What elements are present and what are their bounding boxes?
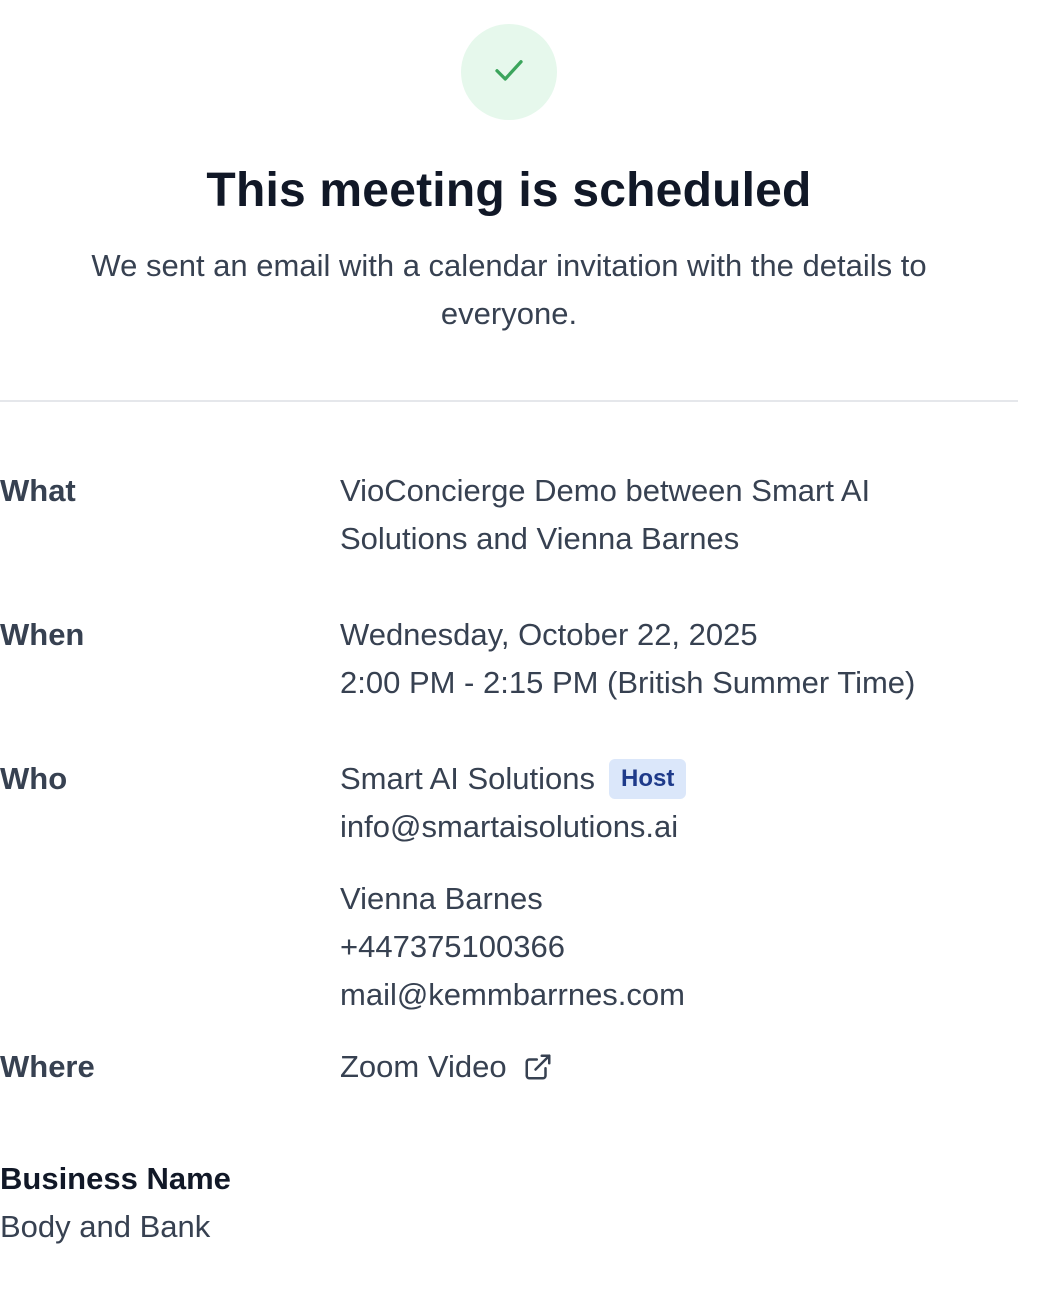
what-value: VioConcierge Demo between Smart AI Solut… [340, 473, 871, 556]
when-label: When [0, 617, 85, 652]
where-link-text: Zoom Video [340, 1049, 507, 1084]
attendee-email: mail@kemmbarrnes.com [340, 977, 685, 1012]
success-icon-circle [461, 24, 557, 120]
host-email: info@smartaisolutions.ai [340, 809, 679, 844]
where-label: Where [0, 1049, 95, 1084]
who-label: Who [0, 761, 68, 796]
divider [0, 400, 1018, 402]
what-label: What [0, 473, 76, 508]
external-link-icon[interactable] [523, 1052, 553, 1082]
attendee-name: Vienna Barnes [340, 881, 543, 916]
who-attendee: Vienna Barnes +447375100366 mail@kemmbar… [340, 875, 1020, 1019]
when-time: 2:00 PM - 2:15 PM (British Summer Time) [340, 665, 916, 700]
business-name-label: Business Name [0, 1161, 231, 1196]
where-value: Zoom Video [340, 1043, 1020, 1091]
host-name: Smart AI Solutions [340, 761, 596, 796]
attendee-phone: +447375100366 [340, 929, 565, 964]
when-date: Wednesday, October 22, 2025 [340, 617, 758, 652]
business-name-value: Body and Bank [0, 1209, 211, 1244]
host-badge: Host [609, 759, 687, 799]
when-value: Wednesday, October 22, 2025 2:00 PM - 2:… [340, 611, 1020, 707]
check-icon [491, 52, 527, 93]
page-title: This meeting is scheduled [206, 164, 812, 217]
who-host: Smart AI Solutions Host info@smartaisolut… [340, 755, 1020, 851]
zoom-video-link[interactable]: Zoom Video [340, 1043, 553, 1091]
page-subtitle: We sent an email with a calendar invitat… [91, 248, 927, 331]
